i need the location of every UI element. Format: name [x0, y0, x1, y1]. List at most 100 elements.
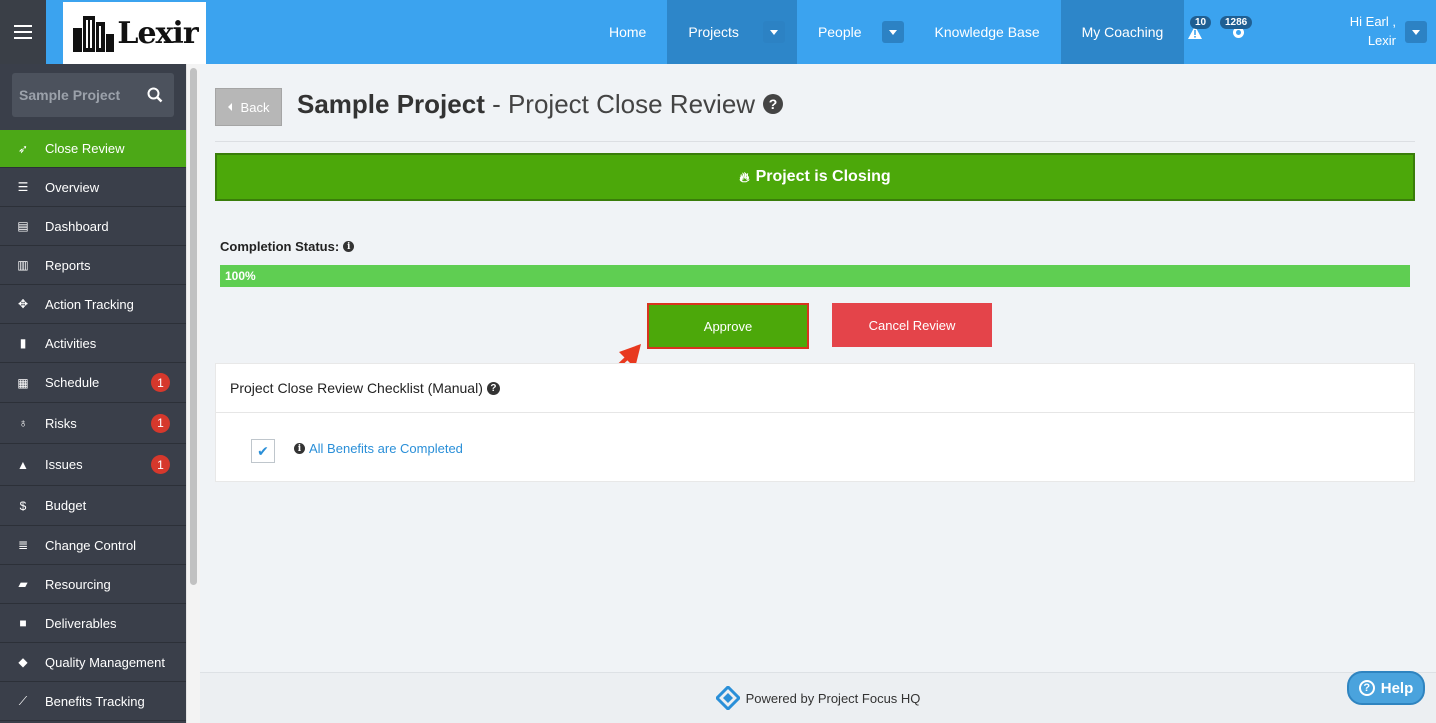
project-search[interactable]: Sample Project	[12, 73, 174, 117]
sidebar-item-label: Action Tracking	[45, 296, 134, 312]
bar-chart-icon: ▥	[17, 258, 29, 272]
footer: Powered by Project Focus HQ	[200, 672, 1436, 723]
approve-button[interactable]: Approve	[647, 303, 809, 349]
sidebar-item-benefits-tracking[interactable]: ⟋ Benefits Tracking	[0, 682, 186, 721]
completion-status-label: Completion Status: i	[220, 239, 355, 254]
project-closing-banner: 🔥︎ Project is Closing	[215, 153, 1415, 201]
updates-count-badge: 1286	[1220, 16, 1253, 29]
checklist-title: Project Close Review Checklist (Manual)	[230, 380, 483, 396]
page-title-suffix: - Project Close Review	[484, 88, 756, 119]
nav-my-coaching[interactable]: My Coaching	[1060, 0, 1185, 64]
sidebar-item-resourcing[interactable]: ▰ Resourcing	[0, 565, 186, 604]
completion-status-text: Completion Status:	[220, 239, 340, 254]
folder-open-icon: ▰	[18, 577, 28, 591]
sidebar-item-label: Dashboard	[45, 218, 109, 234]
dashboard-icon: ▤	[17, 219, 29, 233]
help-icon[interactable]: ?	[763, 94, 784, 114]
sidebar-item-close-review[interactable]: ➶ Close Review	[0, 130, 186, 168]
calendar-icon: ▦	[17, 375, 29, 390]
banner-text: Project is Closing	[755, 168, 891, 185]
project-focus-logo-icon	[715, 686, 740, 710]
sidebar-item-label: Reports	[45, 257, 91, 273]
sidebar-item-label: Change Control	[45, 537, 137, 553]
greeting-line1: Hi Earl ,	[1349, 14, 1396, 29]
nav-knowledge-base[interactable]: Knowledge Base	[914, 0, 1061, 64]
sidebar-item-risks[interactable]: ♁ Risks 1	[0, 403, 186, 444]
question-icon: ?	[1358, 680, 1375, 696]
search-icon[interactable]	[147, 87, 163, 103]
nav-home[interactable]: Home	[588, 0, 667, 64]
divider	[215, 141, 1415, 142]
sidebar-item-label: Activities	[45, 335, 97, 351]
info-icon[interactable]: i	[343, 241, 355, 252]
sidebar-item-label: Close Review	[45, 141, 125, 156]
fire-icon: 🔥︎	[739, 168, 750, 185]
warning-icon: ▲	[17, 457, 29, 472]
align-left-icon: ☰	[17, 180, 29, 194]
truck-icon: ■	[19, 616, 27, 630]
sidebar-item-label: Schedule	[45, 375, 100, 390]
checklist-item-label[interactable]: All Benefits are Completed	[309, 441, 463, 456]
menu-icon	[14, 31, 32, 33]
help-label: Help	[1380, 679, 1414, 697]
greeting-line2: Lexir	[1367, 33, 1396, 48]
help-icon[interactable]: ?	[486, 381, 500, 395]
sidebar-item-schedule[interactable]: ▦ Schedule 1	[0, 363, 186, 403]
info-icon[interactable]: i	[294, 443, 305, 454]
sidebar-item-reports[interactable]: ▥ Reports	[0, 246, 186, 285]
people-dropdown-button[interactable]	[881, 21, 904, 43]
lightbulb-icon: ♁	[18, 416, 28, 430]
sidebar-item-change-control[interactable]: ≣ Change Control	[0, 526, 186, 565]
risks-count-badge: 1	[151, 413, 170, 433]
tag-icon: ◆	[18, 655, 28, 669]
checklist-item[interactable]: i All Benefits are Completed	[294, 441, 463, 456]
crosshair-icon: ✥	[17, 297, 29, 311]
main-nav: Home Projects People Knowledge Base My C…	[588, 0, 1185, 64]
sidebar-item-label: Benefits Tracking	[45, 693, 145, 709]
checklist-checkbox[interactable]: ✔	[251, 439, 275, 463]
sidebar-item-label: Quality Management	[45, 654, 165, 670]
sidebar-item-dashboard[interactable]: ▤ Dashboard	[0, 207, 186, 246]
sidebar-item-label: Resourcing	[45, 576, 111, 592]
page-title: Sample Project - Project Close Review ?	[297, 88, 784, 120]
sidebar-item-overview[interactable]: ☰ Overview	[0, 168, 186, 207]
alerts-count-badge: 10	[1190, 16, 1212, 29]
dollar-icon: $	[19, 498, 27, 513]
hamburger-menu-button[interactable]	[0, 0, 46, 64]
sidebar-item-label: Issues	[45, 457, 83, 472]
updates-notification[interactable]: 1286	[1220, 16, 1266, 48]
sidebar-item-issues[interactable]: ▲ Issues 1	[0, 444, 186, 486]
sidebar: Sample Project ➶ Close Review ☰ Overview…	[0, 64, 186, 723]
bookmark-icon: ▮	[19, 336, 27, 350]
user-greeting[interactable]: Hi Earl , Lexir	[1330, 12, 1396, 50]
nav-people[interactable]: People	[797, 0, 914, 64]
logo[interactable]: Lexir	[63, 2, 206, 64]
line-chart-icon: ⟋	[18, 693, 28, 708]
building-logo-icon	[73, 16, 115, 52]
cancel-review-button[interactable]: Cancel Review	[832, 303, 992, 347]
progress-fill: 100%	[220, 265, 1410, 287]
alerts-notification[interactable]: 10	[1184, 16, 1224, 48]
sidebar-item-label: Risks	[45, 415, 77, 431]
nav-projects[interactable]: Projects	[667, 0, 797, 64]
checkmark-icon: ✔	[257, 442, 269, 459]
sidebar-item-activities[interactable]: ▮ Activities	[0, 324, 186, 363]
sidebar-scrollbar[interactable]	[186, 64, 200, 723]
projects-dropdown-button[interactable]	[762, 21, 785, 43]
sidebar-item-action-tracking[interactable]: ✥ Action Tracking	[0, 285, 186, 324]
user-dropdown-button[interactable]	[1405, 21, 1427, 43]
sidebar-item-label: Deliverables	[45, 615, 117, 631]
scrollbar-thumb[interactable]	[190, 68, 197, 585]
issues-count-badge: 1	[151, 455, 170, 474]
rocket-icon: ➶	[17, 141, 29, 156]
checklist-card: Project Close Review Checklist (Manual) …	[215, 363, 1415, 482]
back-button[interactable]: Back	[215, 88, 282, 126]
sidebar-item-deliverables[interactable]: ■ Deliverables	[0, 604, 186, 643]
project-search-input[interactable]: Sample Project	[19, 87, 147, 103]
sidebar-item-budget[interactable]: $ Budget	[0, 486, 186, 526]
nav-projects-label: Projects	[688, 24, 739, 40]
sidebar-item-quality-management[interactable]: ◆ Quality Management	[0, 643, 186, 682]
logo-text: Lexir	[117, 15, 198, 51]
page-title-project: Sample Project	[297, 88, 485, 119]
help-button[interactable]: ? Help	[1347, 671, 1425, 705]
